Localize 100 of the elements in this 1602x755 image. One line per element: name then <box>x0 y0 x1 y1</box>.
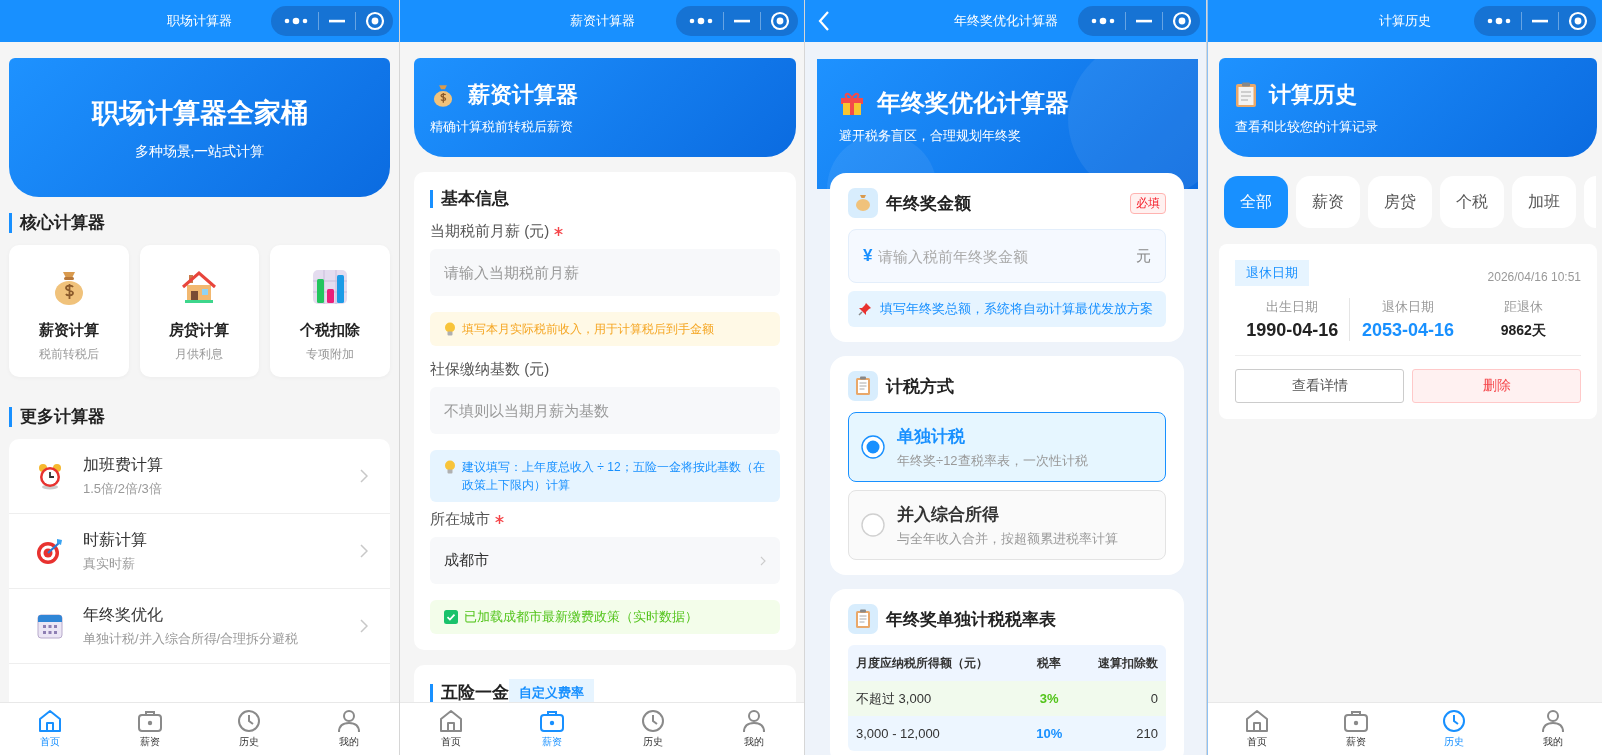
nav-title: 计算历史 <box>1379 12 1431 30</box>
radio-button[interactable] <box>861 435 885 459</box>
filter-tab[interactable]: 房贷 <box>1368 176 1432 228</box>
hero-subtitle: 精确计算税前转税后薪资 <box>430 117 574 136</box>
field-label: 所在城市 <box>430 510 490 529</box>
nav-title: 薪资计算器 <box>569 12 635 30</box>
close-icon[interactable] <box>770 11 790 31</box>
calculator-card[interactable]: 个税扣除 专项附加 <box>270 245 390 377</box>
tab-bar-item[interactable]: 首页 <box>400 703 501 755</box>
target-icon <box>35 536 65 566</box>
item-subtitle: 单独计税/并入综合所得/合理拆分避税 <box>83 629 300 648</box>
briefcase-icon <box>1342 709 1369 733</box>
hero-subtitle: 多种场景,一站式计算 <box>134 142 265 161</box>
tab-bar-item[interactable]: 我的 <box>299 703 399 755</box>
nav-title: 职场计算器 <box>167 12 232 30</box>
hero-title: 职场计算器全家桶 <box>91 96 308 130</box>
option-title: 单独计税 <box>897 425 966 448</box>
option-title: 并入综合所得 <box>897 503 1000 526</box>
filter-tab[interactable]: 加班 <box>1512 176 1576 228</box>
hero-title: 计算历史 <box>1269 80 1357 109</box>
required-asterisk-icon <box>495 515 504 524</box>
table-cell-text: 3% <box>1038 691 1060 706</box>
stat-value: 2053-04-16 <box>1361 320 1455 341</box>
list-item[interactable]: 时薪计算 真实时薪 <box>9 514 390 589</box>
person-icon <box>740 709 767 733</box>
hero-title: 薪资计算器 <box>468 80 578 109</box>
more-icon[interactable] <box>283 15 309 27</box>
tab-bar-item[interactable]: 我的 <box>1503 703 1602 755</box>
hero-subtitle: 查看和比较您的计算记录 <box>1235 117 1379 136</box>
money-bag-icon <box>848 188 878 218</box>
table-cell-text: 3,000 - 12,000 <box>856 726 941 741</box>
close-icon[interactable] <box>1172 11 1192 31</box>
chevron-right-icon <box>360 469 368 483</box>
back-icon <box>817 10 831 32</box>
filter-tab[interactable]: 个税 <box>1440 176 1504 228</box>
column-header: 月度应纳税所得额（元） <box>856 654 989 672</box>
tab-bar-item[interactable]: 薪资 <box>99 703 200 755</box>
card-heading: 基本信息 <box>430 190 780 208</box>
hero-subtitle: 避开税务盲区，合理规划年终奖 <box>839 127 1022 145</box>
more-icon[interactable] <box>688 15 714 27</box>
calendar-icon <box>35 611 65 641</box>
home-icon <box>1244 709 1271 733</box>
city-select[interactable]: 成都市 <box>430 537 780 584</box>
list-item[interactable]: 加班费计算 1.5倍/2倍/3倍 <box>9 439 390 514</box>
person-icon <box>336 709 363 733</box>
section-heading: 核心计算器 <box>9 213 390 233</box>
record-type-tag: 退休日期 <box>1235 260 1309 286</box>
tax-method-option[interactable]: 并入综合所得 与全年收入合并，按超额累进税率计算 <box>848 490 1166 560</box>
input-field[interactable]: 请输入当期税前月薪 <box>430 249 780 296</box>
table-cell-text: 210 <box>1135 726 1158 741</box>
light-bulb-icon <box>444 322 456 336</box>
briefcase-icon <box>538 709 565 733</box>
card-title: 薪资计算 <box>38 321 99 340</box>
item-title: 加班费计算 <box>83 454 164 475</box>
card-heading: 年终奖金额 <box>886 192 972 215</box>
hero-title: 年终奖优化计算器 <box>877 88 1069 118</box>
column-header: 税率 <box>1036 654 1063 672</box>
hint-text: 已加载成都市最新缴费政策（实时数据） <box>464 608 698 626</box>
clipboard-icon <box>848 371 878 401</box>
field-label: 社保缴纳基数 (元) <box>430 360 550 379</box>
list-item[interactable]: 年终奖优化 单独计税/并入综合所得/合理拆分避税 <box>9 589 390 664</box>
tab-bar-item[interactable]: 历史 <box>199 703 300 755</box>
stat-value: 1990-04-16 <box>1246 320 1339 341</box>
item-subtitle: 真实时薪 <box>83 554 136 573</box>
tab-bar-item[interactable]: 薪资 <box>1306 703 1405 755</box>
hint-text: 建议填写：上年度总收入 ÷ 12；五险一金将按此基数（在政策上下限内）计算 <box>462 459 766 494</box>
radio-button[interactable] <box>861 513 885 537</box>
item-title: 年终奖优化 <box>83 604 164 625</box>
person-icon <box>1539 709 1566 733</box>
chevron-right-icon <box>760 555 766 566</box>
table-cell-text: 10% <box>1035 726 1064 741</box>
more-icon[interactable] <box>1090 15 1116 27</box>
amount-input[interactable]: 请输入税前年终奖金额 <box>876 246 1132 266</box>
column-header: 速算扣除数 <box>1096 654 1158 672</box>
card-subtitle: 专项附加 <box>306 346 355 363</box>
tab-bar-item[interactable]: 我的 <box>703 703 804 755</box>
tab-bar-item[interactable]: 首页 <box>1208 703 1307 755</box>
currency-symbol: ¥ <box>863 246 873 266</box>
light-bulb-icon <box>444 460 456 474</box>
calculator-card[interactable]: 薪资计算 税前转税后 <box>9 245 129 377</box>
stat-value: 9862天 <box>1500 322 1546 340</box>
amount-field[interactable]: ¥ 请输入税前年终奖金额 元 <box>848 229 1166 283</box>
unit-label: 元 <box>1136 246 1151 266</box>
table-cell-text: 不超过 3,000 <box>856 689 933 708</box>
chevron-right-icon <box>360 619 368 633</box>
card-title: 个税扣除 <box>300 321 361 340</box>
close-icon[interactable] <box>1568 11 1588 31</box>
clock-icon <box>639 709 666 733</box>
tab-bar-item[interactable]: 历史 <box>602 703 703 755</box>
input-field[interactable]: 不填则以当期月薪为基数 <box>430 387 780 434</box>
gift-icon <box>839 90 865 116</box>
section-heading: 更多计算器 <box>9 407 390 427</box>
close-icon[interactable] <box>365 11 385 31</box>
clipboard-icon <box>1235 81 1257 108</box>
more-icon[interactable] <box>1486 15 1512 27</box>
calculator-card[interactable]: 房贷计算 月供利息 <box>139 245 260 377</box>
filter-tab[interactable]: 薪资 <box>1296 176 1360 228</box>
details-button[interactable]: 查看详情 <box>1235 369 1404 403</box>
field-label: 当期税前月薪 (元) <box>430 222 550 241</box>
card-heading: 计税方式 <box>886 375 955 398</box>
